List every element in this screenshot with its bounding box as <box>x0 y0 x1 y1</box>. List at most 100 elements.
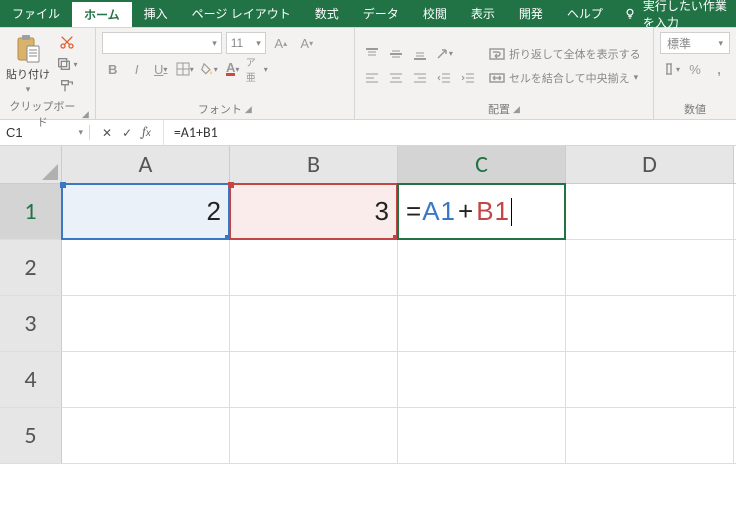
cell-D2[interactable] <box>566 240 734 295</box>
wrap-text-button[interactable]: 折り返して全体を表示する <box>489 43 641 65</box>
wrap-text-label: 折り返して全体を表示する <box>509 46 641 62</box>
paste-label: 貼り付け <box>6 66 50 82</box>
cell-C5[interactable] <box>398 408 566 463</box>
increase-indent-button[interactable] <box>457 67 479 89</box>
group-font: ▾ 11▾ A▴ A▾ B I U▾ ▾ ▾ A▾ ア亜▾ フォント◢ <box>96 28 355 119</box>
align-left-button[interactable] <box>361 67 383 89</box>
ribbon-tabs: ファイル ホーム 挿入 ページ レイアウト 数式 データ 校閲 表示 開発 ヘル… <box>0 0 736 28</box>
cell-editing-content: = A1 + B1 <box>406 196 512 227</box>
row-header-2[interactable]: 2 <box>0 240 62 295</box>
font-size-combo[interactable]: 11▾ <box>226 32 266 54</box>
cell-A4[interactable] <box>62 352 230 407</box>
italic-button[interactable]: I <box>126 58 148 80</box>
tab-view[interactable]: 表示 <box>459 0 507 27</box>
align-center-button[interactable] <box>385 67 407 89</box>
tab-insert[interactable]: 挿入 <box>132 0 180 27</box>
align-middle-button[interactable] <box>385 43 407 65</box>
cut-button[interactable] <box>56 32 78 52</box>
row-header-1[interactable]: 1 <box>0 184 62 239</box>
decrease-indent-button[interactable] <box>433 67 455 89</box>
enter-formula-button[interactable]: ✓ <box>122 126 132 140</box>
group-number: 標準▾ ▾ % , 数値 <box>654 28 736 119</box>
tab-file[interactable]: ファイル <box>0 0 72 27</box>
increase-font-button[interactable]: A▴ <box>270 32 292 54</box>
font-color-button[interactable]: A▾ <box>222 58 244 80</box>
col-header-D[interactable]: D <box>566 146 734 183</box>
worksheet-grid: A B C D 1 2 3 = A1 + B1 2 <box>0 146 736 464</box>
cancel-formula-button[interactable]: ✕ <box>102 126 112 140</box>
alignment-group-label: 配置 <box>488 101 510 117</box>
decrease-font-button[interactable]: A▾ <box>296 32 318 54</box>
formula-bar-row: C1▾ ✕ ✓ fx =A1+B1 <box>0 120 736 146</box>
cell-D4[interactable] <box>566 352 734 407</box>
fill-color-button[interactable]: ▾ <box>198 58 220 80</box>
format-painter-button[interactable] <box>56 76 78 96</box>
cell-A2[interactable] <box>62 240 230 295</box>
text-cursor <box>511 198 512 226</box>
group-alignment: ▾ 折り返して全体を表示する セルを結合して中央揃え <box>355 28 654 119</box>
phonetic-button[interactable]: ア亜▾ <box>246 58 268 80</box>
underline-button[interactable]: U▾ <box>150 58 172 80</box>
cell-value: 3 <box>375 196 389 227</box>
comma-format-button[interactable]: , <box>708 58 730 80</box>
font-dialog-launcher-icon[interactable]: ◢ <box>245 104 252 115</box>
align-bottom-button[interactable] <box>409 43 431 65</box>
cell-A3[interactable] <box>62 296 230 351</box>
row-header-4[interactable]: 4 <box>0 352 62 407</box>
cell-D1[interactable] <box>566 184 734 239</box>
cell-B5[interactable] <box>230 408 398 463</box>
number-format-combo[interactable]: 標準▾ <box>660 32 730 54</box>
font-group-label: フォント <box>198 101 242 117</box>
orientation-button[interactable]: ▾ <box>433 43 455 65</box>
cell-C1[interactable]: = A1 + B1 <box>398 184 566 239</box>
tab-help[interactable]: ヘルプ <box>555 0 615 27</box>
tab-page-layout[interactable]: ページ レイアウト <box>180 0 303 27</box>
cell-D5[interactable] <box>566 408 734 463</box>
formula-bar[interactable]: =A1+B1 <box>164 124 736 141</box>
cell-D3[interactable] <box>566 296 734 351</box>
tab-developer[interactable]: 開発 <box>507 0 555 27</box>
tab-home[interactable]: ホーム <box>72 0 132 27</box>
bold-button[interactable]: B <box>102 58 124 80</box>
row-header-5[interactable]: 5 <box>0 408 62 463</box>
row-header-3[interactable]: 3 <box>0 296 62 351</box>
cell-C3[interactable] <box>398 296 566 351</box>
copy-button[interactable]: ▾ <box>56 54 78 74</box>
select-all-corner[interactable] <box>0 146 62 183</box>
cell-B2[interactable] <box>230 240 398 295</box>
insert-function-button[interactable]: fx <box>142 125 151 140</box>
cell-B1[interactable]: 3 <box>230 184 398 239</box>
tab-review[interactable]: 校閲 <box>411 0 459 27</box>
paste-dropdown-icon[interactable]: ▾ <box>26 84 31 95</box>
paste-icon <box>14 34 42 64</box>
font-name-combo[interactable]: ▾ <box>102 32 222 54</box>
accounting-format-button[interactable]: ▾ <box>660 58 682 80</box>
merge-center-button[interactable]: セルを結合して中央揃え ▾ <box>489 67 641 89</box>
clipboard-dialog-launcher-icon[interactable]: ◢ <box>82 109 89 120</box>
lightbulb-icon <box>623 7 637 21</box>
group-clipboard: 貼り付け ▾ ▾ クリップボード◢ <box>0 28 96 119</box>
align-top-button[interactable] <box>361 43 383 65</box>
name-box[interactable]: C1▾ <box>0 125 90 140</box>
col-header-C[interactable]: C <box>398 146 566 183</box>
align-right-button[interactable] <box>409 67 431 89</box>
border-button[interactable]: ▾ <box>174 58 196 80</box>
cell-B3[interactable] <box>230 296 398 351</box>
cell-value: 2 <box>207 196 221 227</box>
tell-me-box[interactable]: 実行したい作業を入力 <box>615 0 736 27</box>
ribbon: 貼り付け ▾ ▾ クリップボード◢ ▾ 11▾ A▴ A▾ B I U▾ <box>0 28 736 120</box>
col-header-B[interactable]: B <box>230 146 398 183</box>
number-group-label: 数値 <box>684 101 706 117</box>
paste-button[interactable]: 貼り付け ▾ <box>6 34 50 95</box>
tell-me-label: 実行したい作業を入力 <box>643 0 736 31</box>
percent-format-button[interactable]: % <box>684 58 706 80</box>
col-header-A[interactable]: A <box>62 146 230 183</box>
alignment-dialog-launcher-icon[interactable]: ◢ <box>513 104 520 115</box>
cell-A1[interactable]: 2 <box>62 184 230 239</box>
cell-C4[interactable] <box>398 352 566 407</box>
cell-A5[interactable] <box>62 408 230 463</box>
tab-formulas[interactable]: 数式 <box>303 0 351 27</box>
cell-C2[interactable] <box>398 240 566 295</box>
cell-B4[interactable] <box>230 352 398 407</box>
tab-data[interactable]: データ <box>351 0 411 27</box>
